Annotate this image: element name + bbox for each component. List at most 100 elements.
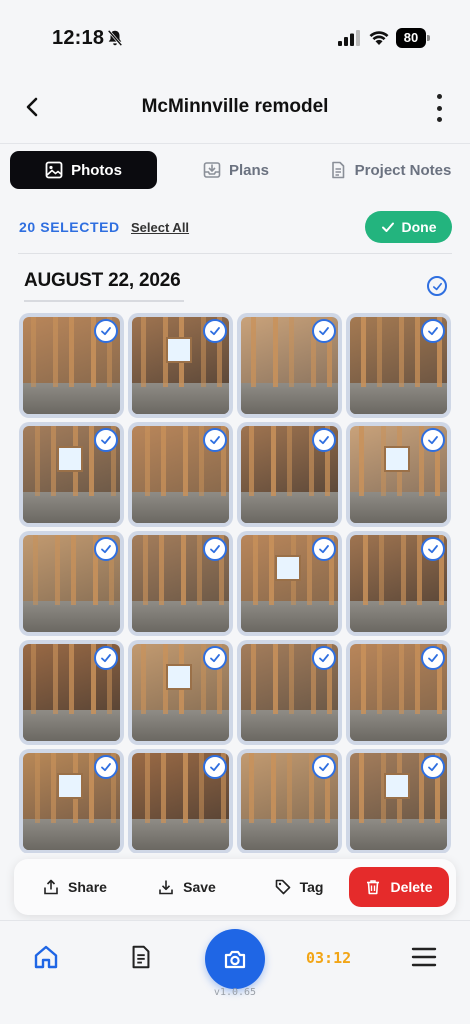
done-button[interactable]: Done <box>365 211 452 243</box>
photo-tile[interactable] <box>19 749 124 853</box>
checkmark-icon <box>432 282 442 290</box>
checkmark-icon <box>210 327 220 336</box>
battery-level: 80 <box>396 28 426 48</box>
documents-button[interactable] <box>125 941 157 973</box>
share-icon <box>44 879 58 895</box>
tab-photos-label: Photos <box>71 161 122 179</box>
photo-select-checkbox[interactable] <box>94 646 118 670</box>
tag-icon <box>275 879 290 895</box>
download-icon <box>159 880 173 895</box>
share-label: Share <box>68 879 107 895</box>
checkmark-icon <box>210 654 220 663</box>
photo-select-checkbox[interactable] <box>94 319 118 343</box>
photo-tile[interactable] <box>346 422 451 527</box>
photo-tile[interactable] <box>346 749 451 853</box>
photo-select-checkbox[interactable] <box>312 755 336 779</box>
tab-project-notes[interactable]: Project Notes <box>320 151 460 189</box>
done-label: Done <box>401 219 437 235</box>
photo-select-checkbox[interactable] <box>312 319 336 343</box>
photo-tile[interactable] <box>19 531 124 636</box>
checkmark-icon <box>101 327 111 336</box>
tab-plans[interactable]: Plans <box>176 151 296 189</box>
photo-tile[interactable] <box>128 531 233 636</box>
save-button[interactable]: Save <box>140 867 234 907</box>
photo-select-checkbox[interactable] <box>94 755 118 779</box>
status-bar: 12:18 80 <box>0 0 470 70</box>
more-options-button[interactable] <box>434 94 444 122</box>
document-icon <box>132 945 150 969</box>
photo-tile[interactable] <box>19 422 124 527</box>
photo-select-checkbox[interactable] <box>312 537 336 561</box>
home-icon <box>34 945 58 969</box>
checkmark-icon <box>319 763 329 772</box>
photo-tile[interactable] <box>346 640 451 745</box>
tab-project-notes-label: Project Notes <box>354 161 452 179</box>
photo-tile[interactable] <box>128 749 233 853</box>
photo-select-checkbox[interactable] <box>421 537 445 561</box>
battery-icon: 80 <box>396 28 430 48</box>
photo-select-checkbox[interactable] <box>421 646 445 670</box>
photo-select-checkbox[interactable] <box>421 755 445 779</box>
trash-icon <box>367 880 380 895</box>
checkmark-icon <box>319 327 329 336</box>
checkmark-icon <box>210 763 220 772</box>
menu-button[interactable] <box>408 941 440 973</box>
photo-select-checkbox[interactable] <box>94 428 118 452</box>
status-time: 12:18 <box>52 27 105 49</box>
app-version: v1.0.65 <box>213 987 257 998</box>
photo-select-checkbox[interactable] <box>203 755 227 779</box>
hamburger-menu-icon <box>411 947 437 967</box>
photo-tile[interactable] <box>19 640 124 745</box>
photo-tile[interactable] <box>237 531 342 636</box>
photo-select-checkbox[interactable] <box>94 537 118 561</box>
tab-photos[interactable]: Photos <box>10 151 157 189</box>
date-underline <box>24 300 184 302</box>
select-all-link[interactable]: Select All <box>131 220 189 235</box>
checkmark-icon <box>428 763 438 772</box>
photo-tile[interactable] <box>237 749 342 853</box>
home-button[interactable] <box>30 941 62 973</box>
checkmark-icon <box>210 436 220 445</box>
selection-bar: 20 SELECTED Select All Done <box>0 208 470 248</box>
share-button[interactable]: Share <box>28 867 122 907</box>
photo-tile[interactable] <box>237 640 342 745</box>
tray-icon <box>203 162 221 178</box>
photo-tile[interactable] <box>128 640 233 745</box>
checkmark-icon <box>210 545 220 554</box>
photo-select-checkbox[interactable] <box>312 646 336 670</box>
checkmark-icon <box>319 545 329 554</box>
tag-button[interactable]: Tag <box>252 867 346 907</box>
select-day-checkbox[interactable] <box>427 276 447 296</box>
photo-tile[interactable] <box>237 422 342 527</box>
image-icon <box>45 161 63 179</box>
photo-tile[interactable] <box>128 422 233 527</box>
photo-select-checkbox[interactable] <box>203 646 227 670</box>
photo-tile[interactable] <box>19 313 124 418</box>
photo-select-checkbox[interactable] <box>421 319 445 343</box>
checkmark-icon <box>101 654 111 663</box>
checkmark-icon <box>101 763 111 772</box>
tab-bar: Photos Plans Project Notes <box>10 151 460 189</box>
photo-tile[interactable] <box>128 313 233 418</box>
checkmark-icon <box>428 327 438 336</box>
photo-select-checkbox[interactable] <box>203 537 227 561</box>
document-icon <box>331 161 344 179</box>
photo-select-checkbox[interactable] <box>203 319 227 343</box>
photo-select-checkbox[interactable] <box>203 428 227 452</box>
camera-button[interactable] <box>205 929 265 989</box>
photo-tile[interactable] <box>346 313 451 418</box>
wifi-icon <box>368 29 390 46</box>
photo-tile[interactable] <box>237 313 342 418</box>
bottom-nav: 03:12 v1.0.65 <box>0 920 470 1024</box>
checkmark-icon <box>428 545 438 554</box>
save-label: Save <box>183 879 216 895</box>
delete-button[interactable]: Delete <box>349 867 449 907</box>
tab-plans-label: Plans <box>228 161 270 179</box>
checkmark-icon <box>101 545 111 554</box>
page-title: McMinnville remodel <box>141 96 329 117</box>
photo-tile[interactable] <box>346 531 451 636</box>
checkmark-icon <box>319 654 329 663</box>
photo-select-checkbox[interactable] <box>312 428 336 452</box>
camera-icon <box>224 950 246 969</box>
photo-select-checkbox[interactable] <box>421 428 445 452</box>
